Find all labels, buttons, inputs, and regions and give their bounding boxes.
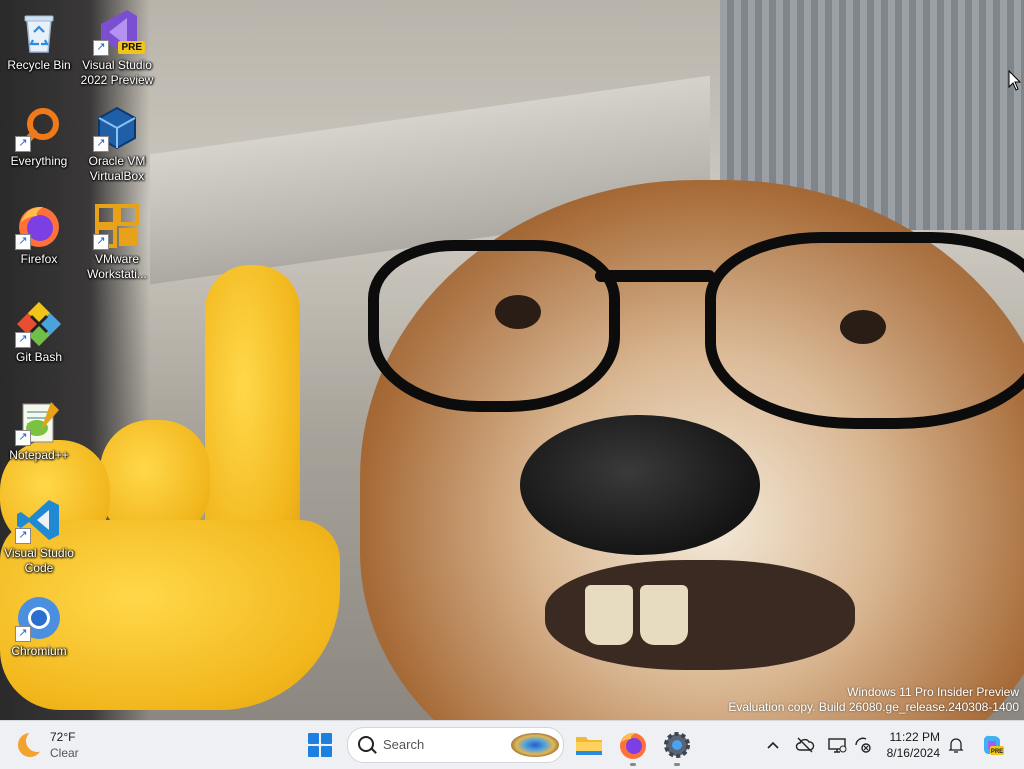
notepad-plus-plus-icon: ↗ bbox=[15, 398, 63, 446]
everything-search-icon: ↗ bbox=[15, 104, 63, 152]
search-highlight-image bbox=[511, 733, 559, 757]
firefox-icon bbox=[620, 732, 646, 759]
shortcut-arrow-icon: ↗ bbox=[15, 234, 31, 250]
firefox-icon: ↗ bbox=[15, 202, 63, 250]
desktop-icon-label: VMware Workstati... bbox=[87, 252, 147, 281]
start-button[interactable] bbox=[304, 729, 336, 761]
wallpaper-dog-nose bbox=[520, 415, 760, 555]
wallpaper-dog-eye-left bbox=[495, 295, 541, 329]
desktop-icon-label: Visual Studio Code bbox=[4, 546, 74, 575]
desktop-icon-label: Firefox bbox=[20, 252, 58, 266]
shortcut-arrow-icon: ↗ bbox=[15, 528, 31, 544]
taskbar-file-explorer[interactable] bbox=[573, 729, 605, 761]
display-icon[interactable] bbox=[827, 735, 847, 755]
file-explorer-icon bbox=[576, 737, 602, 755]
watermark-build: Evaluation copy. Build 26080.ge_release.… bbox=[728, 700, 1019, 714]
network-icon[interactable] bbox=[853, 735, 873, 755]
taskbar-clock[interactable]: 11:22 PM 8/16/2024 bbox=[878, 729, 940, 761]
notification-bell-icon[interactable] bbox=[946, 735, 966, 755]
clock-date: 8/16/2024 bbox=[886, 746, 940, 760]
desktop-icon-label: Everything bbox=[10, 154, 68, 168]
shortcut-arrow-icon: ↗ bbox=[93, 40, 109, 56]
preview-badge: PRE bbox=[118, 41, 145, 54]
copilot-icon[interactable]: PRE bbox=[980, 733, 1004, 757]
desktop-icon-everything[interactable]: ↗ Everything bbox=[0, 104, 78, 169]
desktop-icon-label: Oracle VM VirtualBox bbox=[88, 154, 146, 183]
svg-text:PRE: PRE bbox=[991, 749, 1003, 755]
shortcut-arrow-icon: ↗ bbox=[15, 430, 31, 446]
wallpaper-dog-eye-right bbox=[840, 310, 886, 344]
shortcut-arrow-icon: ↗ bbox=[93, 136, 109, 152]
desktop-icon-recycle-bin[interactable]: Recycle Bin bbox=[0, 8, 78, 73]
visual-studio-preview-icon: PRE ↗ bbox=[93, 8, 145, 56]
weather-condition: Clear bbox=[50, 746, 79, 760]
shortcut-arrow-icon: ↗ bbox=[15, 332, 31, 348]
mouse-cursor-icon bbox=[1008, 70, 1022, 91]
weather-temperature: 72°F bbox=[50, 730, 76, 744]
wallpaper-dog-tooth bbox=[585, 585, 633, 645]
git-bash-icon: ↗ bbox=[15, 300, 63, 348]
moon-icon bbox=[18, 730, 48, 757]
recycle-bin-icon bbox=[15, 8, 63, 56]
taskbar-firefox[interactable] bbox=[617, 729, 649, 766]
taskbar-settings[interactable] bbox=[661, 729, 693, 766]
desktop-icon-firefox[interactable]: ↗ Firefox bbox=[0, 202, 78, 267]
wallpaper-dog-tooth bbox=[640, 585, 688, 645]
shortcut-arrow-icon: ↗ bbox=[15, 626, 31, 642]
desktop-icon-vmware[interactable]: ↗ VMware Workstati... bbox=[78, 202, 156, 282]
desktop-icon-vscode[interactable]: ↗ Visual Studio Code bbox=[0, 496, 78, 576]
desktop-icon-notepad-plus-plus[interactable]: ↗ Notepad++ bbox=[0, 398, 78, 463]
chromium-icon: ↗ bbox=[15, 594, 63, 642]
vmware-workstation-icon: ↗ bbox=[93, 202, 141, 250]
windows-evaluation-watermark: Windows 11 Pro Insider Preview Evaluatio… bbox=[728, 685, 1019, 715]
settings-icon bbox=[664, 732, 690, 758]
clock-time: 11:22 PM bbox=[889, 730, 940, 744]
search-placeholder: Search bbox=[383, 737, 425, 752]
running-indicator bbox=[674, 763, 680, 766]
watermark-edition: Windows 11 Pro Insider Preview bbox=[847, 685, 1019, 699]
taskbar-search-box[interactable]: Search bbox=[347, 727, 564, 763]
virtualbox-icon: ↗ bbox=[93, 104, 141, 152]
desktop-icon-visual-studio-preview[interactable]: PRE ↗ Visual Studio 2022 Preview bbox=[78, 8, 156, 88]
desktop-icon-label: Git Bash bbox=[15, 350, 63, 364]
chevron-up-icon[interactable] bbox=[763, 735, 783, 755]
windows-logo-icon bbox=[308, 733, 332, 757]
desktop-icon-label: Chromium bbox=[11, 644, 67, 658]
search-icon bbox=[358, 736, 374, 752]
taskbar: 72°F Clear Search 11:22 PM 8/16/2024 PRE bbox=[0, 720, 1024, 769]
desktop-icon-label: Notepad++ bbox=[9, 448, 69, 462]
desktop-icon-chromium[interactable]: ↗ Chromium bbox=[0, 594, 78, 659]
running-indicator bbox=[630, 763, 636, 766]
desktop-icon-git-bash[interactable]: ↗ Git Bash bbox=[0, 300, 78, 365]
wallpaper-glasses-left-lens bbox=[368, 240, 620, 412]
shortcut-arrow-icon: ↗ bbox=[93, 234, 109, 250]
cloud-off-icon[interactable] bbox=[795, 735, 815, 755]
desktop-icon-label: Recycle Bin bbox=[7, 58, 71, 72]
desktop-icon-label: Visual Studio 2022 Preview bbox=[80, 58, 154, 87]
shortcut-arrow-icon: ↗ bbox=[15, 136, 31, 152]
wallpaper-glasses-bridge bbox=[595, 270, 715, 282]
desktop-icon-virtualbox[interactable]: ↗ Oracle VM VirtualBox bbox=[78, 104, 156, 184]
vscode-icon: ↗ bbox=[15, 496, 63, 544]
